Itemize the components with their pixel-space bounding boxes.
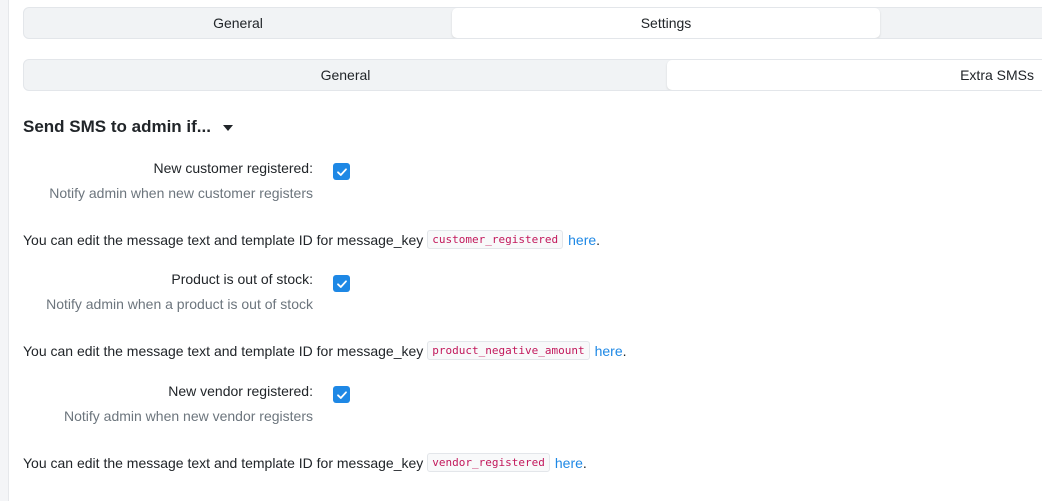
field-label-out-of-stock: Product is out of stock: <box>171 271 313 287</box>
tab-overflow[interactable] <box>880 8 1042 38</box>
checkmark-icon <box>336 167 347 176</box>
info-suffix: . <box>596 231 601 248</box>
subtab-general[interactable]: General <box>24 60 667 90</box>
top-tab-bar: General Settings <box>23 7 1042 39</box>
field-label-new-customer: New customer registered: <box>153 160 313 176</box>
checkmark-icon <box>336 390 347 399</box>
field-label-new-vendor: New vendor registered: <box>168 383 313 399</box>
info-text: You can edit the message text and templa… <box>23 231 424 248</box>
edit-message-link[interactable]: here <box>595 343 623 359</box>
field-help-new-vendor: Notify admin when new vendor registers <box>63 408 313 424</box>
section-title: Send SMS to admin if... <box>23 117 211 136</box>
message-key-code: vendor_registered <box>427 453 550 472</box>
info-line-new-vendor: You can edit the message text and templa… <box>23 453 587 472</box>
checkmark-icon <box>336 279 347 288</box>
info-text: You can edit the message text and templa… <box>23 454 424 471</box>
section-header-send-sms-to-admin[interactable]: Send SMS to admin if... <box>23 115 233 139</box>
message-key-code: customer_registered <box>427 230 564 249</box>
checkbox-out-of-stock[interactable] <box>333 275 350 292</box>
info-line-out-of-stock: You can edit the message text and templa… <box>23 341 627 360</box>
info-text: You can edit the message text and templa… <box>23 342 424 359</box>
message-key-code: product_negative_amount <box>427 341 590 360</box>
tab-general[interactable]: General <box>24 8 452 38</box>
caret-down-icon[interactable] <box>222 125 233 131</box>
info-line-new-customer: You can edit the message text and templa… <box>23 230 600 249</box>
subtab-extra-smss[interactable]: Extra SMSs <box>667 60 1042 90</box>
edit-message-link[interactable]: here <box>568 232 596 248</box>
field-help-new-customer: Notify admin when new customer registers <box>49 185 313 201</box>
info-suffix: . <box>622 342 627 359</box>
info-suffix: . <box>582 454 587 471</box>
edit-message-link[interactable]: here <box>555 455 583 471</box>
checkbox-new-customer[interactable] <box>333 163 350 180</box>
checkbox-new-vendor[interactable] <box>333 386 350 403</box>
sub-tab-bar: General Extra SMSs <box>23 59 1042 91</box>
field-help-out-of-stock: Notify admin when a product is out of st… <box>46 296 313 312</box>
left-panel-edge <box>0 0 9 501</box>
tab-settings[interactable]: Settings <box>452 8 880 38</box>
